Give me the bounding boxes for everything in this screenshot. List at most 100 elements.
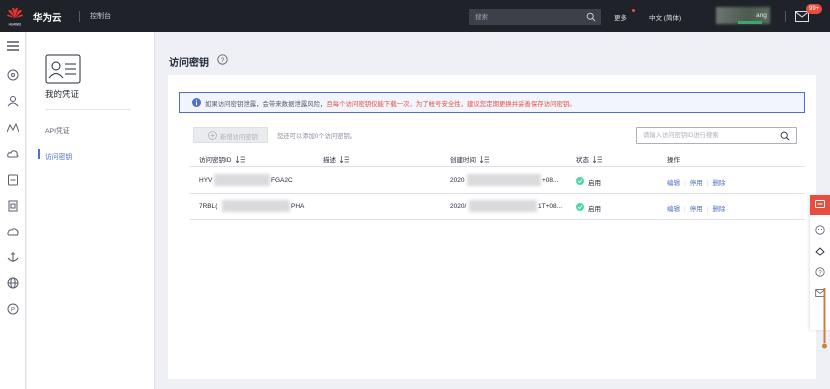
edit-link[interactable]: 编辑 — [667, 206, 680, 213]
redacted-value — [214, 174, 270, 186]
main-content: 访问密钥 ? 如果访问密钥泄露，会带来数据泄露风险，且每个访问密钥仅能下载一次，… — [156, 32, 830, 389]
created-end: 1T+08... — [538, 203, 563, 210]
mail-badge: 99+ — [806, 4, 823, 14]
notice-highlight: 且每个访问密钥仅能下载一次，为了帐号安全性，建议您定期更换并妥善保存访问密钥。 — [326, 101, 576, 108]
global-search-input[interactable] — [469, 9, 581, 25]
redacted-value — [222, 200, 290, 212]
help-icon[interactable]: ? — [217, 54, 228, 65]
global-search[interactable] — [469, 9, 601, 25]
edit-link[interactable]: 编辑 — [667, 180, 680, 187]
row-actions: 编辑 | 停用 | 删除 — [667, 177, 725, 187]
scroll-handle-icon[interactable] — [822, 288, 827, 350]
anchor-icon[interactable] — [7, 251, 19, 263]
sidebar-title: 我的凭证 — [45, 89, 80, 99]
brand-name[interactable]: 华为云 — [33, 10, 62, 24]
column-status-label: 状态 — [576, 157, 589, 164]
column-ops: 操作 — [667, 157, 680, 164]
column-id[interactable]: 访问密钥ID — [199, 154, 245, 164]
column-desc-label: 描述 — [323, 157, 336, 164]
floating-toolbar: ? — [810, 195, 830, 330]
key-id-end: FGA2C — [271, 177, 293, 184]
delete-link[interactable]: 删除 — [712, 206, 725, 213]
access-key-panel: 如果访问密钥泄露，会带来数据泄露风险，且每个访问密钥仅能下载一次，为了帐号安全性… — [168, 75, 816, 379]
notice-text: 如果访问密钥泄露，会带来数据泄露风险，且每个访问密钥仅能下载一次，为了帐号安全性… — [205, 99, 576, 108]
table-row: HYV FGA2C 2020 +08... 启用 编辑 | 停用 | 删除 — [190, 168, 805, 194]
sort-icon[interactable] — [235, 156, 245, 163]
menu-icon[interactable] — [7, 40, 19, 52]
status-text: 启用 — [588, 206, 601, 213]
column-status[interactable]: 状态 — [576, 154, 602, 164]
divider: | — [684, 180, 686, 187]
top-bar: HUAWEI 华为云 控制台 更多 中文 (简体) ang 99+ — [0, 0, 830, 32]
sidebar-item-api-credentials[interactable]: API凭证 — [45, 125, 70, 135]
console-link[interactable]: 控制台 — [90, 11, 111, 21]
search-icon[interactable] — [780, 131, 790, 141]
dashboard-icon[interactable] — [7, 69, 19, 81]
disable-link[interactable]: 停用 — [690, 180, 703, 187]
service-icon[interactable] — [815, 225, 825, 235]
info-icon — [192, 98, 201, 107]
new-dot — [632, 9, 635, 12]
disable-link[interactable]: 停用 — [690, 206, 703, 213]
divider — [79, 11, 80, 22]
sort-icon[interactable] — [593, 156, 602, 163]
divider: | — [684, 206, 686, 213]
add-access-key-button[interactable]: 新增访问密钥 — [193, 127, 268, 143]
key-search-input[interactable] — [637, 128, 777, 143]
column-created-label: 创建时间 — [450, 157, 476, 164]
svg-text:P: P — [11, 308, 15, 314]
feedback-button[interactable] — [810, 195, 830, 215]
search-icon[interactable] — [586, 12, 596, 22]
storage-icon[interactable] — [7, 200, 19, 212]
chart-icon[interactable] — [7, 122, 19, 134]
sidebar-item-access-keys[interactable]: 访问密钥 — [45, 151, 72, 161]
sort-icon[interactable] — [340, 156, 349, 163]
svg-text:?: ? — [221, 57, 225, 64]
user-name: ang — [756, 12, 767, 19]
key-search[interactable] — [636, 127, 797, 144]
cloud-icon[interactable] — [7, 148, 19, 160]
row-actions: 编辑 | 停用 | 删除 — [667, 203, 725, 213]
user-account[interactable]: ang — [716, 7, 770, 24]
credential-card-icon — [45, 54, 81, 84]
globe-icon[interactable] — [7, 277, 19, 289]
delete-link[interactable]: 删除 — [712, 180, 725, 187]
quota-hint: 您还可以添加0个访问密钥。 — [277, 133, 357, 140]
svg-text:HUAWEI: HUAWEI — [9, 23, 22, 27]
sort-icon[interactable] — [480, 156, 489, 163]
server-icon[interactable] — [7, 174, 19, 186]
divider — [45, 109, 131, 110]
enabled-check-icon — [576, 177, 584, 185]
key-id-end: PHA — [291, 203, 305, 210]
cloud-service-icon[interactable] — [7, 226, 19, 238]
divider: | — [706, 206, 709, 213]
redacted-value — [467, 174, 541, 186]
active-indicator — [38, 149, 40, 159]
created-start: 2020/ — [450, 203, 467, 210]
help-icon[interactable]: ? — [815, 267, 825, 277]
column-desc[interactable]: 描述 — [323, 154, 349, 164]
column-created[interactable]: 创建时间 — [450, 154, 489, 164]
add-access-key-label: 新增访问密钥 — [220, 134, 258, 141]
created-start: 2020 — [450, 177, 465, 184]
huawei-logo-icon[interactable]: HUAWEI — [6, 5, 24, 27]
table-row: 7RBL( PHA 2020/ 1T+08... 启用 编辑 | 停用 | 删除 — [190, 194, 805, 220]
column-id-label: 访问密钥ID — [199, 157, 232, 164]
user-status-bar — [738, 21, 762, 24]
billing-icon[interactable]: P — [7, 303, 19, 315]
users-icon[interactable] — [7, 95, 19, 107]
page-title: 访问密钥 — [169, 58, 209, 69]
key-id-start: 7RBL( — [199, 203, 218, 210]
language-selector[interactable]: 中文 (简体) — [649, 12, 681, 22]
service-rail: P — [0, 32, 26, 389]
more-menu[interactable]: 更多 — [614, 12, 627, 22]
created-end: +08... — [542, 177, 559, 184]
divider — [785, 11, 786, 22]
divider: | — [706, 180, 709, 187]
security-notice: 如果访问密钥泄露，会带来数据泄露风险，且每个访问密钥仅能下载一次，为了帐号安全性… — [179, 92, 805, 113]
notice-prefix: 如果访问密钥泄露，会带来数据泄露风险， — [205, 101, 327, 108]
credentials-sidebar: 我的凭证 API凭证 访问密钥 — [27, 32, 155, 389]
cloud-shell-icon[interactable] — [815, 246, 825, 256]
redacted-value — [469, 200, 537, 212]
plus-icon — [208, 131, 217, 140]
